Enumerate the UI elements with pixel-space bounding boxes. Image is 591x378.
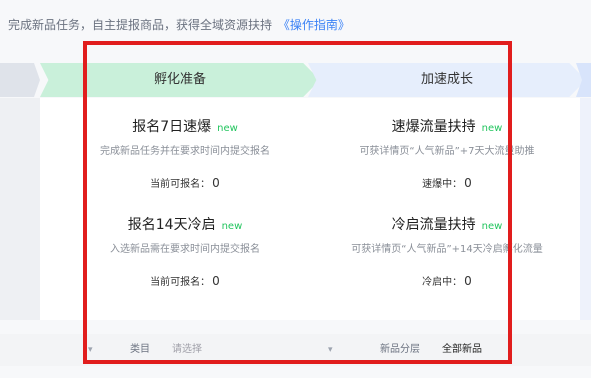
step-grow[interactable]: 加速成长	[308, 63, 586, 97]
card-description: 可获详情页“人气新品”+14天冷启孵化流量	[351, 244, 543, 255]
card-title: 报名7日速爆 new	[50, 116, 320, 136]
new-product-layer-select[interactable]: 全部新品	[442, 334, 482, 366]
stat-value: 0	[464, 176, 472, 190]
card-title: 冷启流量扶持 new	[312, 214, 582, 234]
step-incubate[interactable]: 孵化准备	[40, 63, 320, 97]
left-column-bg	[0, 98, 40, 320]
stat-label: 冷启中：	[422, 277, 463, 288]
card-title-text: 速爆流量扶持	[391, 119, 476, 135]
card-stat: 当前可报名： 0	[50, 175, 320, 190]
stat-value: 0	[464, 274, 472, 288]
chevron-down-icon[interactable]: ▾	[88, 334, 93, 366]
card-register-14day[interactable]: 报名14天冷启 new 入选新品需在要求时间内提交报名 当前可报名： 0	[50, 198, 320, 296]
progress-steps: 孵化准备 加速成长	[0, 63, 591, 97]
step-previous	[0, 63, 40, 97]
card-title: 报名14天冷启 new	[50, 214, 320, 234]
category-label: 类目	[130, 344, 150, 355]
intro-line: 完成新品任务，自主提报商品，获得全域资源扶持 《操作指南》	[8, 14, 583, 36]
stat-value: 0	[212, 274, 220, 288]
step-incubate-label: 孵化准备	[153, 72, 206, 87]
filter-bar: ▾ 类目 请选择 ▾ 新品分层 全部新品	[0, 334, 591, 366]
card-description: 入选新品需在要求时间内提交报名	[110, 244, 260, 255]
card-stat: 当前可报名： 0	[50, 273, 320, 288]
guide-link[interactable]: 《操作指南》	[278, 18, 350, 32]
card-boost-traffic[interactable]: 速爆流量扶持 new 可获详情页“人气新品”+7天大流量助推 速爆中： 0	[312, 100, 582, 198]
new-badge: new	[217, 123, 238, 134]
card-description: 可获详情页“人气新品”+7天大流量助推	[359, 146, 535, 157]
stat-value: 0	[212, 176, 220, 190]
category-select[interactable]: 请选择	[172, 334, 202, 366]
card-coldstart-traffic[interactable]: 冷启流量扶持 new 可获详情页“人气新品”+14天冷启孵化流量 冷启中： 0	[312, 198, 582, 296]
new-badge: new	[221, 221, 243, 232]
card-title-text: 报名14天冷启	[127, 217, 216, 233]
card-stat: 冷启中： 0	[312, 273, 582, 288]
stat-label: 当前可报名：	[150, 179, 211, 190]
new-badge: new	[481, 221, 503, 232]
card-register-7day[interactable]: 报名7日速爆 new 完成新品任务并在要求时间内提交报名 当前可报名： 0	[50, 100, 320, 198]
new-product-layer-label: 新品分层	[380, 344, 420, 355]
card-title: 速爆流量扶持 new	[312, 116, 582, 136]
chevron-down-icon[interactable]: ▾	[328, 334, 333, 366]
stat-label: 速爆中：	[422, 179, 463, 190]
card-title-text: 报名7日速爆	[132, 119, 212, 135]
card-stat: 速爆中： 0	[312, 175, 582, 190]
card-title-text: 冷启流量扶持	[391, 217, 476, 233]
card-description: 完成新品任务并在要求时间内提交报名	[100, 146, 270, 157]
new-badge: new	[481, 123, 503, 134]
step-grow-label: 加速成长	[420, 72, 473, 87]
intro-text: 完成新品任务，自主提报商品，获得全域资源扶持	[8, 18, 273, 32]
stat-label: 当前可报名：	[150, 277, 211, 288]
